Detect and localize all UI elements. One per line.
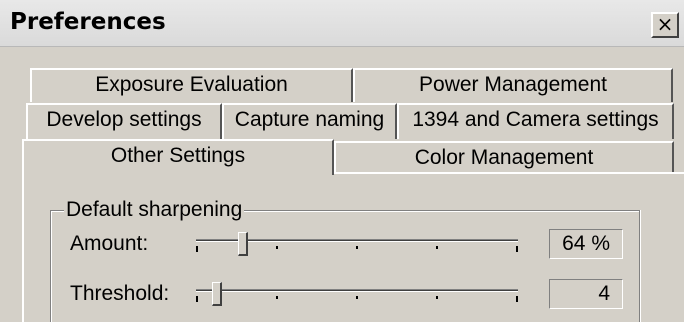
tab-label: Develop settings — [46, 108, 202, 131]
tab-label: Other Settings — [110, 144, 246, 167]
amount-value-field[interactable]: 64 % — [549, 229, 623, 259]
amount-value: 64 % — [562, 232, 610, 255]
threshold-slider-thumb[interactable] — [212, 282, 222, 306]
slider-track — [196, 289, 518, 292]
tab-1394-camera-settings[interactable]: 1394 and Camera settings — [397, 103, 674, 139]
slider-tick — [356, 296, 358, 299]
slider-tick — [436, 246, 438, 249]
threshold-value-field[interactable]: 4 — [549, 279, 623, 309]
tab-label: Power Management — [419, 73, 607, 96]
window-title: Preferences — [10, 9, 166, 35]
threshold-label: Threshold: — [70, 282, 170, 305]
tab-power-management[interactable]: Power Management — [353, 68, 673, 102]
tab-develop-settings[interactable]: Develop settings — [26, 103, 222, 139]
preferences-window: Preferences × Exposure Evaluation Power … — [0, 0, 684, 322]
slider-tick — [436, 296, 438, 299]
slider-tick — [356, 246, 358, 249]
tab-exposure-evaluation[interactable]: Exposure Evaluation — [30, 68, 353, 102]
tab-label: Capture naming — [234, 108, 385, 131]
title-bar: Preferences × — [0, 0, 684, 47]
tab-other-settings[interactable]: Other Settings — [22, 139, 334, 175]
slider-tick — [516, 246, 518, 252]
group-title: Default sharpening — [64, 198, 245, 222]
slider-tick — [276, 246, 278, 249]
threshold-value: 4 — [598, 282, 610, 305]
slider-tick — [196, 296, 198, 302]
slider-tick — [196, 246, 198, 252]
tab-label: Exposure Evaluation — [95, 73, 288, 96]
close-button[interactable]: × — [651, 12, 679, 38]
tab-label: 1394 and Camera settings — [412, 108, 659, 131]
tab-label: Color Management — [414, 146, 594, 169]
amount-slider-thumb[interactable] — [238, 232, 248, 256]
tab-capture-naming[interactable]: Capture naming — [222, 103, 397, 139]
slider-tick — [516, 296, 518, 302]
amount-label: Amount: — [70, 232, 149, 255]
close-icon: × — [656, 12, 674, 36]
tab-color-management[interactable]: Color Management — [334, 141, 674, 174]
slider-tick — [276, 296, 278, 299]
